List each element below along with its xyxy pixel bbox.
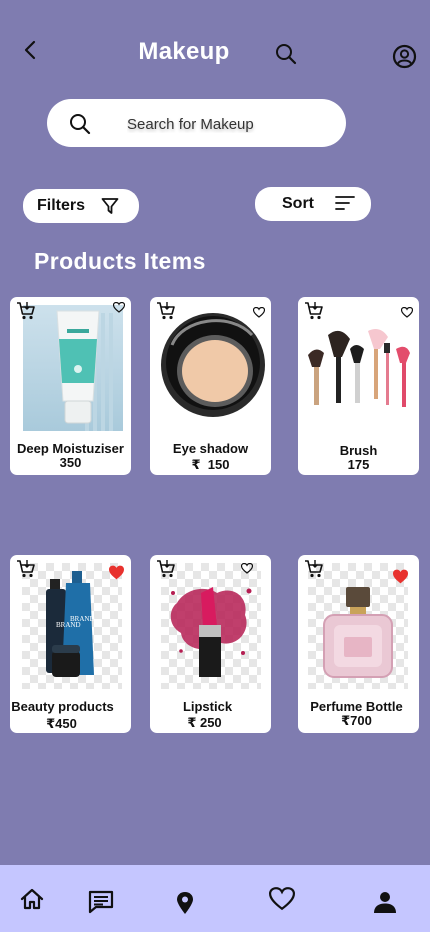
page-title: Makeup [138, 38, 230, 65]
favorite-outline-icon[interactable] [241, 563, 253, 574]
profile-button[interactable] [391, 43, 417, 69]
product-price: ₹700 [341, 713, 372, 728]
product-name: Eye shadow [172, 441, 249, 456]
product-price: ₹ 150 [191, 457, 230, 472]
search-icon [276, 44, 297, 65]
favorite-outline-icon[interactable] [113, 302, 125, 313]
home-icon [20, 888, 44, 910]
product-image-eyeshadow [160, 305, 266, 425]
nav-home[interactable] [19, 887, 45, 911]
svg-text:BRAND: BRAND [70, 615, 95, 623]
product-price: 350 [59, 455, 82, 470]
add-to-cart-icon[interactable] [304, 301, 324, 321]
product-price: ₹ 250 [187, 715, 222, 730]
add-to-cart-icon[interactable] [16, 301, 36, 321]
heart-icon [269, 887, 295, 911]
sort-button[interactable]: Sort [255, 187, 371, 221]
add-to-cart-icon[interactable] [156, 559, 176, 579]
lipstick-illustration [170, 587, 252, 677]
profile-icon [392, 44, 416, 68]
location-icon [177, 892, 193, 914]
header-search-button[interactable] [274, 42, 298, 66]
product-card[interactable]: Brush 175 [298, 297, 419, 475]
favorite-filled-icon[interactable] [392, 569, 409, 584]
product-name: Deep Moistuziser [17, 441, 124, 456]
nav-favorites[interactable] [269, 887, 295, 911]
bottom-nav [0, 865, 430, 932]
sort-lines-icon [335, 196, 355, 210]
product-name: Brush [339, 443, 378, 458]
sort-label: Sort [282, 195, 314, 212]
add-to-cart-icon[interactable] [304, 559, 324, 579]
nav-profile[interactable] [373, 890, 397, 914]
product-image-brush [306, 327, 410, 409]
search-input[interactable] [127, 111, 327, 137]
product-name: Lipstick [182, 699, 233, 714]
product-card[interactable]: Lipstick ₹ 250 [150, 555, 271, 733]
product-card[interactable]: Deep Moistuziser 350 [10, 297, 131, 475]
bottles-illustration: BRAND BRAND [46, 571, 95, 677]
moisturiser-tube-illustration [56, 310, 113, 431]
product-card[interactable]: BRAND BRAND Beauty products ₹450 [10, 555, 131, 733]
product-card[interactable]: Eye shadow ₹ 150 [150, 297, 271, 475]
product-image-beauty-products: BRAND BRAND [22, 563, 122, 689]
add-to-cart-icon[interactable] [16, 559, 36, 579]
product-price: ₹450 [46, 716, 77, 731]
filters-button[interactable]: Filters [23, 189, 139, 223]
nav-chat[interactable] [88, 890, 114, 914]
product-card[interactable]: Perfume Bottle ₹700 [298, 555, 419, 733]
search-icon [70, 114, 91, 135]
filter-funnel-icon [101, 198, 119, 214]
person-icon [374, 892, 396, 913]
favorite-outline-icon[interactable] [253, 307, 265, 318]
nav-location[interactable] [176, 891, 194, 915]
product-price: 175 [347, 457, 370, 472]
search-bar [47, 99, 346, 147]
chat-icon [88, 890, 114, 914]
product-name: Beauty products [11, 699, 114, 714]
section-title: Products Items [34, 248, 206, 274]
brush-set-illustration [308, 329, 410, 407]
favorite-outline-icon[interactable] [401, 307, 413, 318]
product-image-moisturiser [23, 305, 123, 431]
filters-label: Filters [37, 197, 86, 214]
compact-illustration [161, 313, 265, 417]
product-name: Perfume Bottle [310, 699, 403, 714]
add-to-cart-icon[interactable] [156, 301, 176, 321]
product-image-lipstick [161, 563, 261, 689]
favorite-filled-icon[interactable] [108, 565, 125, 580]
